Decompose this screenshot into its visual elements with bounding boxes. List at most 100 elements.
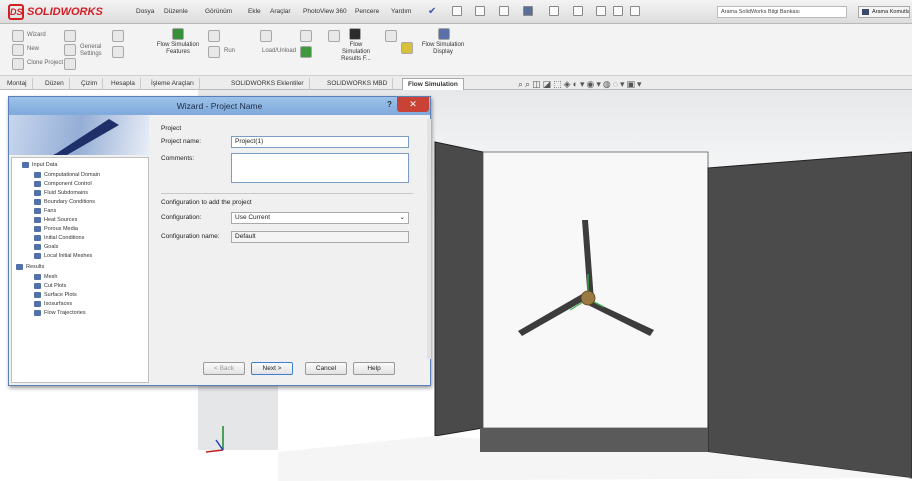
wizard-icon[interactable]	[12, 30, 24, 42]
rebuild-icon[interactable]	[596, 6, 606, 16]
file-properties-icon[interactable]	[613, 6, 623, 16]
configuration-select-value: Use Current	[235, 214, 271, 221]
component-icon	[34, 181, 41, 187]
menu-photoview[interactable]: PhotoView 360	[303, 8, 347, 15]
dialog-help-icon[interactable]: ?	[387, 100, 392, 109]
ribbon-tool-icon[interactable]	[64, 58, 76, 70]
tree-item[interactable]: Fluid Subdomains	[34, 190, 88, 196]
next-button[interactable]: Next >	[251, 362, 293, 375]
wizard-button[interactable]: Wizard	[27, 32, 46, 38]
comments-textarea[interactable]	[231, 153, 409, 183]
ribbon-tool-icon[interactable]	[112, 46, 124, 58]
configuration-select[interactable]: Use Current ⌄	[231, 212, 409, 224]
options-icon[interactable]	[630, 6, 640, 16]
tab-solidworks-addins[interactable]: SOLIDWORKS Eklentiler	[226, 78, 310, 90]
flow-simulation-features-button[interactable]: Flow Simulation Features	[155, 42, 201, 56]
menu-edit[interactable]: Düzenle	[164, 8, 188, 15]
print-icon[interactable]	[523, 6, 533, 16]
new-doc-icon[interactable]	[452, 6, 462, 16]
goals-icon	[34, 244, 41, 250]
general-settings-icon[interactable]	[64, 44, 76, 56]
dialog-scrollbar[interactable]	[427, 119, 431, 359]
menu-tools[interactable]: Araçlar	[270, 8, 291, 15]
box-right-wall	[707, 151, 912, 479]
ribbon-tool-icon[interactable]	[401, 42, 413, 54]
tree-item[interactable]: Porous Media	[34, 226, 78, 232]
configuration-label: Configuration:	[161, 214, 202, 221]
tab-flow-simulation[interactable]: Flow Simulation	[402, 78, 464, 90]
menu-insert[interactable]: Ekle	[248, 8, 261, 15]
ribbon-tool-icon[interactable]	[385, 30, 397, 42]
isosurface-icon	[34, 301, 41, 307]
tree-item[interactable]: Fans	[34, 208, 56, 214]
open-icon[interactable]	[475, 6, 485, 16]
ribbon-tool-icon[interactable]	[208, 30, 220, 42]
project-name-input[interactable]: Project(1)	[231, 136, 409, 148]
tree-item[interactable]: Cut Plots	[34, 283, 66, 289]
ribbon-tool-icon[interactable]	[300, 46, 312, 58]
help-button[interactable]: Help	[353, 362, 395, 375]
tab-sketch[interactable]: Çizim	[76, 78, 104, 90]
tree-item[interactable]: Initial Conditions	[34, 235, 84, 241]
menu-file[interactable]: Dosya	[136, 8, 154, 15]
general-settings-button[interactable]: General Settings	[80, 44, 110, 58]
tree-item-input-data[interactable]: Input Data	[22, 162, 57, 168]
ribbon-tool-icon[interactable]	[112, 30, 124, 42]
flow-features-icon[interactable]	[172, 28, 184, 40]
flow-simulation-results-button[interactable]: Flow Simulation Results F...	[335, 42, 377, 63]
config-heading: Configuration to add the project	[161, 199, 252, 206]
ribbon-tool-icon[interactable]	[260, 30, 272, 42]
heads-up-view-toolbar[interactable]: ⌕⌕◫◪⬚◈◐▾◉▾◍◌▾▣▾	[518, 79, 644, 90]
search-input[interactable]: Arama SolidWorks Bilgi Bankası	[717, 6, 847, 18]
tree-item-results[interactable]: Results	[16, 264, 44, 270]
load-unload-button[interactable]: Load/Unload	[262, 48, 296, 54]
tab-render-tools[interactable]: İşleme Araçları	[146, 78, 200, 90]
mesh-icon	[34, 253, 41, 259]
tree-item[interactable]: Component Control	[34, 181, 92, 187]
tree-item[interactable]: Flow Trajectories	[34, 310, 86, 316]
undo-icon[interactable]	[549, 6, 559, 16]
pin-icon[interactable]: ✔	[428, 6, 436, 17]
select-icon[interactable]	[573, 6, 583, 16]
ribbon-tool-icon[interactable]	[64, 30, 76, 42]
menu-help[interactable]: Yardım	[391, 8, 411, 15]
cancel-button[interactable]: Cancel	[305, 362, 347, 375]
display-icon[interactable]	[438, 28, 450, 40]
turbine-hub	[580, 290, 596, 306]
tab-solidworks-mbd[interactable]: SOLIDWORKS MBD	[322, 78, 394, 90]
trajectory-icon	[34, 310, 41, 316]
flow-simulation-display-button[interactable]: Flow Simulation Display	[420, 42, 466, 56]
tree-item[interactable]: Surface Plots	[34, 292, 77, 298]
run-button[interactable]: Run	[224, 48, 235, 54]
tab-evaluate[interactable]: Hesapla	[106, 78, 141, 90]
new-project-button[interactable]: New	[27, 46, 39, 52]
clone-project-icon[interactable]	[12, 58, 24, 70]
tree-item[interactable]: Boundary Conditions	[34, 199, 95, 205]
menu-view[interactable]: Görünüm	[205, 8, 232, 15]
divider	[161, 193, 413, 194]
new-project-icon[interactable]	[12, 44, 24, 56]
dialog-close-button[interactable]: ✕	[397, 97, 429, 112]
run-icon[interactable]	[208, 46, 220, 58]
tree-item[interactable]: Heat Sources	[34, 217, 77, 223]
menu-window[interactable]: Pencere	[355, 8, 379, 15]
input-data-icon	[22, 162, 29, 168]
ribbon-tool-icon[interactable]	[328, 30, 340, 42]
search-commands-button[interactable]: Arama Komutları	[858, 6, 910, 18]
tree-item[interactable]: Goals	[34, 244, 58, 250]
mesh-plot-icon	[34, 274, 41, 280]
results-features-icon[interactable]	[349, 28, 361, 40]
tab-assembly[interactable]: Montaj	[2, 78, 33, 90]
back-button[interactable]: < Back	[203, 362, 245, 375]
tree-item[interactable]: Isosurfaces	[34, 301, 72, 307]
tree-item[interactable]: Mesh	[34, 274, 57, 280]
solidworks-logo[interactable]: DS SOLIDWORKS	[8, 3, 113, 21]
clone-project-button[interactable]: Clone Project	[27, 60, 63, 66]
save-icon[interactable]	[499, 6, 509, 16]
box-interior	[482, 151, 709, 429]
tab-layout[interactable]: Düzen	[40, 78, 70, 90]
tree-item[interactable]: Local Initial Meshes	[34, 253, 92, 259]
tree-item[interactable]: Computational Domain	[34, 172, 100, 178]
ribbon-tool-icon[interactable]	[300, 30, 312, 42]
config-name-input[interactable]: Default	[231, 231, 409, 243]
